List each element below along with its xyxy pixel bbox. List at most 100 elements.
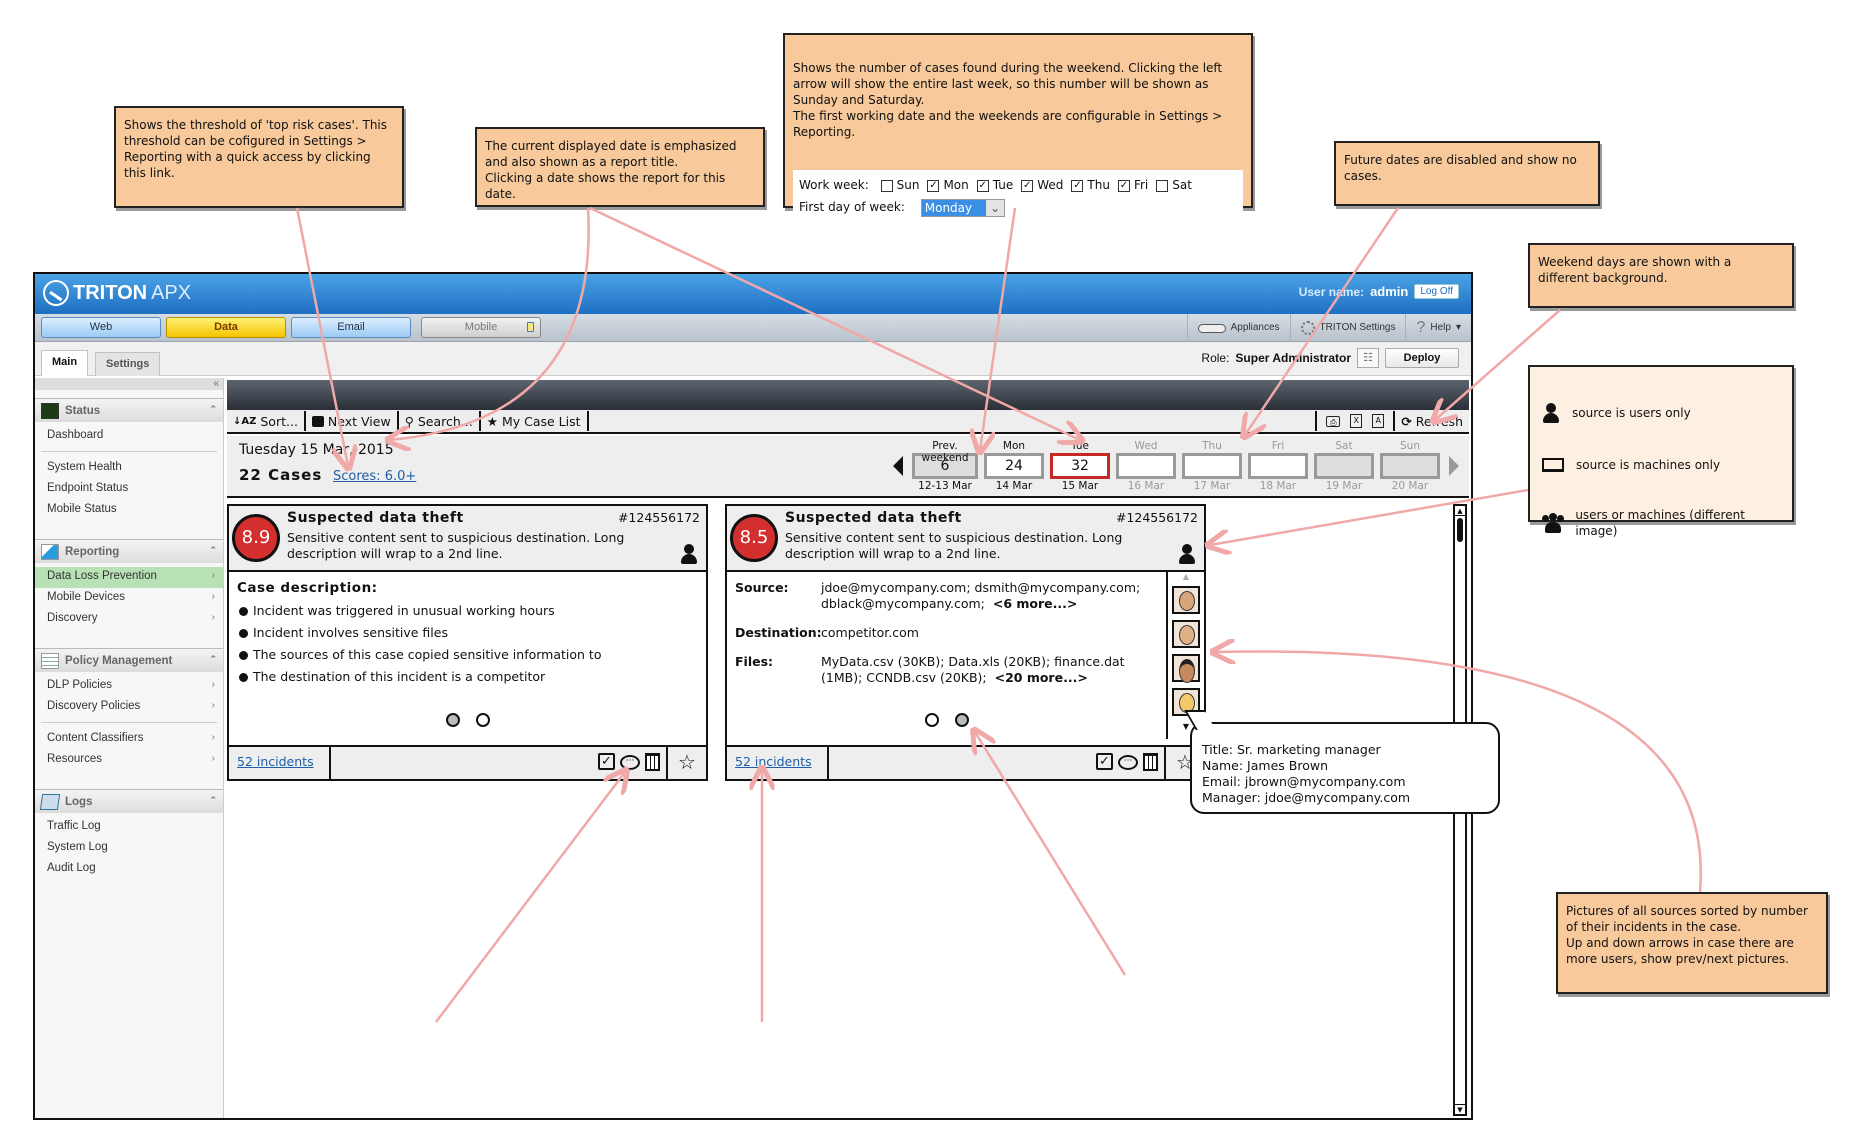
- day-label: Thu: [1202, 440, 1222, 452]
- search-button[interactable]: ⚲ Search...: [399, 411, 481, 431]
- files-more-link[interactable]: <20 more...>: [995, 670, 1088, 685]
- destination-label: Destination:: [735, 625, 822, 640]
- sidebar-item-system-log[interactable]: System Log: [35, 838, 223, 859]
- product-tab-email[interactable]: Email: [291, 317, 411, 338]
- logoff-button[interactable]: Log Off: [1414, 284, 1459, 299]
- source-more-link[interactable]: <6 more...>: [993, 596, 1078, 611]
- user-label: User name:: [1298, 284, 1365, 299]
- note-current-date: The current displayed date is emphasized…: [475, 127, 765, 207]
- trash-icon[interactable]: [1143, 753, 1158, 771]
- chevron-right-icon: ›: [211, 700, 215, 711]
- case-id: #124556172: [617, 510, 700, 525]
- case-card-body[interactable]: Source: jdoe@mycompany.com; dsmith@mycom…: [727, 572, 1204, 739]
- comment-icon[interactable]: ···: [620, 755, 640, 770]
- case-description: Sensitive content sent to suspicious des…: [287, 530, 625, 561]
- sidebar-item-traffic-log[interactable]: Traffic Log: [35, 817, 223, 838]
- appliance-icon: [1197, 323, 1226, 333]
- view-dot-2[interactable]: [475, 713, 490, 727]
- tab-main[interactable]: Main: [41, 350, 89, 376]
- collapse-sidebar-button[interactable]: «: [35, 378, 223, 390]
- view-dot-1[interactable]: [445, 713, 460, 727]
- source-label: Source:: [735, 580, 789, 595]
- tab-settings[interactable]: Settings: [95, 352, 161, 376]
- sidebar-item-data-loss-prevention[interactable]: Data Loss Prevention ›: [35, 567, 223, 588]
- case-card[interactable]: 8.9 Suspected data theft #124556172 Sens…: [227, 504, 708, 781]
- sidebar-item-endpoint-status[interactable]: Endpoint Status: [35, 479, 223, 500]
- sidebar-item-discovery-policies[interactable]: Discovery Policies ›: [35, 697, 223, 718]
- sidebar-item-mobile-devices[interactable]: Mobile Devices ›: [35, 588, 223, 609]
- sidebar-item-discovery[interactable]: Discovery ›: [35, 609, 223, 630]
- view-dot-2[interactable]: [954, 713, 969, 727]
- product-tab-mobile[interactable]: Mobile: [421, 317, 541, 338]
- print-icon[interactable]: ⎙: [1326, 415, 1341, 427]
- incidents-link[interactable]: 52 incidents: [727, 747, 829, 779]
- help-label: Help: [1430, 322, 1451, 333]
- chevron-right-icon: ›: [211, 591, 215, 602]
- source-avatar[interactable]: [1172, 654, 1200, 683]
- help-button[interactable]: ? Help ▾: [1405, 314, 1471, 342]
- incidents-link[interactable]: 52 incidents: [229, 747, 331, 779]
- favorite-star-icon[interactable]: ☆: [666, 747, 706, 779]
- collapse-caret-icon: ⌃: [209, 654, 217, 664]
- refresh-button[interactable]: ⟳ Refresh: [1393, 411, 1469, 431]
- day-tue[interactable]: Tue 32 15 Mar: [1050, 440, 1110, 492]
- prev-week-arrow[interactable]: [893, 456, 903, 476]
- my-case-list-button[interactable]: ★ My Case List: [481, 411, 589, 431]
- next-view-button[interactable]: Next View: [306, 411, 399, 431]
- sort-button[interactable]: ↓AZ Sort...: [227, 411, 306, 431]
- sidebar-item-mobile-status[interactable]: Mobile Status: [35, 500, 223, 521]
- first-day-select[interactable]: Monday ⌄: [920, 198, 1006, 217]
- scores-threshold-link[interactable]: Scores: 6.0+: [333, 469, 416, 484]
- case-card-body[interactable]: Case description: Incident was triggered…: [229, 572, 706, 739]
- workday-checkbox-sat[interactable]: [1156, 179, 1169, 192]
- scroll-down-arrow[interactable]: ▼: [1455, 1104, 1465, 1114]
- comment-icon[interactable]: ···: [1118, 755, 1138, 770]
- scroll-up-arrow[interactable]: ▲: [1455, 506, 1465, 516]
- product-tab-web[interactable]: Web: [41, 317, 161, 338]
- logs-pencil-icon: [39, 793, 61, 810]
- check-icon[interactable]: ✓: [1096, 753, 1113, 770]
- deploy-button[interactable]: Deploy: [1385, 348, 1459, 368]
- sidebar-item-dashboard[interactable]: Dashboard: [35, 426, 223, 447]
- sidebar-item-dlp-policies[interactable]: DLP Policies ›: [35, 676, 223, 697]
- check-icon[interactable]: ✓: [598, 753, 615, 770]
- pictures-up-arrow[interactable]: ▲: [1168, 572, 1204, 582]
- work-week-settings: Work week: Sun ✓ Mon ✓ Tue ✓ Wed ✓ Thu ✓ Fri Sat Fi…: [793, 170, 1243, 222]
- workday-checkbox-mon[interactable]: ✓: [927, 179, 940, 192]
- case-title: Suspected data theft: [785, 510, 962, 526]
- workday-checkbox-wed[interactable]: ✓: [1021, 179, 1034, 192]
- day-fri: Fri 18 Mar: [1248, 440, 1308, 492]
- product-tab-data[interactable]: Data: [166, 317, 286, 338]
- sidebar-item-content-classifiers[interactable]: Content Classifiers ›: [35, 729, 223, 750]
- sidebar-section-header[interactable]: Status ⌃: [35, 398, 223, 422]
- workday-checkbox-sun[interactable]: [880, 179, 893, 192]
- case-card-footer: 52 incidents ✓ ··· ☆: [229, 745, 706, 779]
- case-card[interactable]: 8.5 Suspected data theft #124556172 Sens…: [725, 504, 1206, 781]
- day-prev-weekend[interactable]: Prev. weekend612-13 Mar: [912, 440, 978, 492]
- source-avatar[interactable]: [1172, 620, 1200, 648]
- scroll-thumb[interactable]: [1457, 518, 1463, 542]
- logo-text: TRITON: [73, 281, 148, 304]
- pdf-icon[interactable]: A: [1372, 414, 1385, 428]
- role-label: Role:: [1201, 351, 1230, 365]
- sidebar-item-audit-log[interactable]: Audit Log: [35, 859, 223, 880]
- appliances-button[interactable]: Appliances: [1186, 314, 1290, 342]
- day-sun: Sun 20 Mar: [1380, 440, 1440, 492]
- day-mon[interactable]: Mon 24 14 Mar: [984, 440, 1044, 492]
- workday-checkbox-fri[interactable]: ✓: [1117, 179, 1130, 192]
- view-dot-1[interactable]: [924, 713, 939, 727]
- workday-checkbox-thu[interactable]: ✓: [1071, 179, 1084, 192]
- workday-checkbox-tue[interactable]: ✓: [976, 179, 989, 192]
- triton-settings-button[interactable]: TRITON Settings: [1289, 314, 1406, 342]
- sidebar-section-header[interactable]: Logs ⌃: [35, 789, 223, 813]
- logo-suffix: APX: [151, 281, 192, 304]
- sidebar-section-header[interactable]: Reporting ⌃: [35, 539, 223, 563]
- case-actions: ✓ ···: [598, 751, 660, 771]
- trash-icon[interactable]: [645, 753, 660, 771]
- sidebar-section-header[interactable]: Policy Management ⌃: [35, 648, 223, 672]
- role-details-button[interactable]: ☷: [1357, 348, 1379, 368]
- source-avatar[interactable]: [1172, 586, 1200, 614]
- sidebar-item-system-health[interactable]: System Health: [35, 458, 223, 479]
- sidebar-item-resources[interactable]: Resources ›: [35, 750, 223, 771]
- excel-icon[interactable]: X: [1350, 414, 1363, 428]
